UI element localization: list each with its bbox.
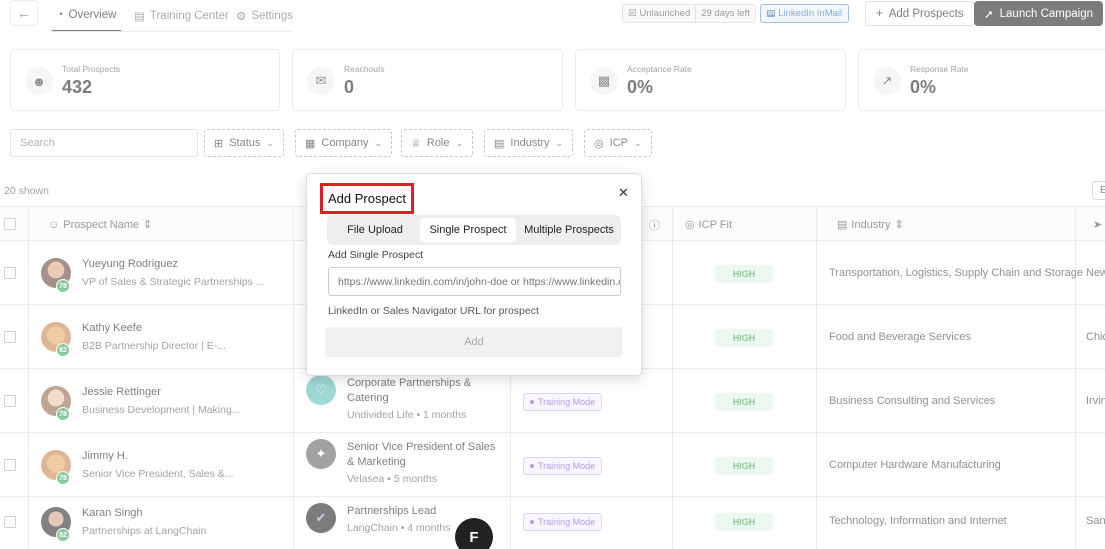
campaign-page: ← ◔ Overview ▤ Training Center ⚙ Setting…	[0, 0, 1105, 549]
linkedin-url-input[interactable]	[328, 267, 621, 296]
add-button[interactable]: Add	[325, 327, 623, 357]
modal-tab-group: File Upload Single Prospect Multiple Pro…	[327, 215, 621, 245]
field-help-text: LinkedIn or Sales Navigator URL for pros…	[328, 305, 539, 317]
floating-app-button[interactable]: F	[455, 518, 493, 549]
tab-multiple-prospects[interactable]: Multiple Prospects	[519, 218, 619, 242]
close-icon[interactable]: ✕	[618, 185, 629, 201]
field-label: Add Single Prospect	[328, 249, 424, 261]
tab-file-upload[interactable]: File Upload	[331, 218, 419, 242]
modal-title: Add Prospect	[320, 183, 415, 214]
tab-single-prospect[interactable]: Single Prospect	[420, 218, 516, 242]
add-prospect-modal: Add Prospect ✕ File Upload Single Prospe…	[306, 173, 642, 376]
